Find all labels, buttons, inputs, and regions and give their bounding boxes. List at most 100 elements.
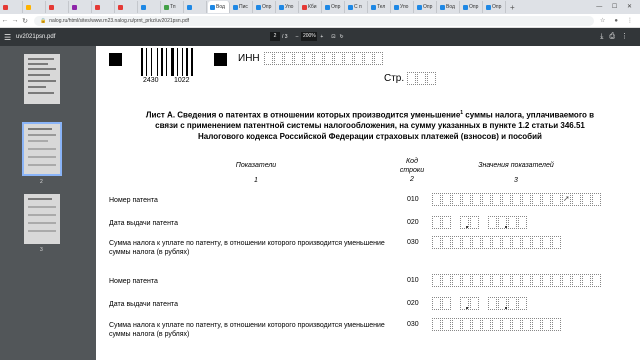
reload-icon[interactable]: ↻ (20, 17, 30, 25)
input-cell[interactable] (442, 318, 451, 331)
input-cell[interactable] (542, 318, 551, 331)
input-cell[interactable] (488, 297, 497, 310)
address-bar[interactable]: 🔒 nalog.ru/html/sites/www.rn23.nalog.ru/… (34, 15, 594, 26)
input-cell[interactable] (432, 216, 441, 229)
pdf-viewer[interactable]: 2430 1022 ИНН Стр. Лист А. Сведения о па… (96, 46, 640, 360)
input-cell[interactable] (304, 52, 313, 65)
input-cell[interactable] (374, 52, 383, 65)
input-cell[interactable] (472, 274, 481, 287)
browser-tab[interactable]: Упо (392, 1, 414, 13)
rotate-icon[interactable]: ↻ (339, 34, 343, 40)
input-cell[interactable] (492, 236, 501, 249)
input-cell[interactable] (522, 236, 531, 249)
browser-tab[interactable]: Пис (231, 1, 253, 13)
input-cell[interactable] (427, 72, 436, 85)
fit-page-icon[interactable]: ⊡ (331, 34, 335, 40)
input-cell[interactable] (492, 318, 501, 331)
input-cell[interactable] (512, 274, 521, 287)
input-cell[interactable] (562, 274, 571, 287)
input-cell[interactable] (472, 236, 481, 249)
input-cell[interactable] (482, 318, 491, 331)
input-cell[interactable] (572, 274, 581, 287)
patent-number-field[interactable] (432, 274, 602, 287)
browser-tab[interactable]: Опр (254, 1, 276, 13)
hamburger-icon[interactable]: ☰ (4, 33, 14, 42)
input-cell[interactable] (462, 318, 471, 331)
more-vert-icon[interactable]: ⋮ (621, 33, 634, 40)
input-cell[interactable] (502, 318, 511, 331)
input-cell[interactable] (582, 193, 591, 206)
browser-tab[interactable]: Вод (438, 1, 460, 13)
tax-amount-field[interactable] (432, 236, 562, 249)
input-cell[interactable] (442, 236, 451, 249)
input-cell[interactable] (488, 216, 497, 229)
input-cell[interactable] (432, 297, 441, 310)
browser-menu-icon[interactable]: ⋮ (627, 17, 636, 24)
input-cell[interactable] (324, 52, 333, 65)
input-cell[interactable] (492, 274, 501, 287)
browser-tab[interactable] (139, 1, 161, 13)
input-cell[interactable] (417, 72, 426, 85)
input-cell[interactable] (364, 52, 373, 65)
inn-field[interactable] (264, 52, 384, 65)
input-cell[interactable] (354, 52, 363, 65)
input-cell[interactable] (512, 193, 521, 206)
input-cell[interactable] (432, 193, 441, 206)
patent-date-field[interactable] (432, 297, 528, 310)
input-cell[interactable] (508, 216, 517, 229)
input-cell[interactable] (472, 193, 481, 206)
browser-tab[interactable] (24, 1, 46, 13)
browser-tab[interactable] (116, 1, 138, 13)
browser-tab[interactable]: Опр (415, 1, 437, 13)
input-cell[interactable] (294, 52, 303, 65)
input-cell[interactable] (462, 236, 471, 249)
input-cell[interactable] (518, 216, 527, 229)
input-cell[interactable] (512, 318, 521, 331)
browser-tab[interactable]: Опр (484, 1, 506, 13)
input-cell[interactable] (512, 236, 521, 249)
browser-tab[interactable] (185, 1, 207, 13)
browser-tab[interactable]: Вод (208, 1, 230, 13)
input-cell[interactable] (542, 236, 551, 249)
input-cell[interactable] (344, 52, 353, 65)
input-cell[interactable] (582, 274, 591, 287)
page-thumbnail-2[interactable] (22, 122, 62, 176)
input-cell[interactable] (502, 193, 511, 206)
input-cell[interactable] (407, 72, 416, 85)
input-cell[interactable] (462, 193, 471, 206)
zoom-out-icon[interactable]: – (296, 34, 299, 40)
page-number-input[interactable]: 2 (270, 32, 280, 41)
input-cell[interactable] (442, 193, 451, 206)
input-cell[interactable] (452, 193, 461, 206)
browser-tab[interactable] (70, 1, 92, 13)
browser-tab[interactable] (1, 1, 23, 13)
page-thumbnail-3[interactable] (24, 194, 60, 244)
browser-tab[interactable]: Кби (300, 1, 322, 13)
zoom-input[interactable]: 200% (301, 32, 318, 41)
browser-tab[interactable] (93, 1, 115, 13)
input-cell[interactable] (470, 216, 479, 229)
input-cell[interactable] (522, 274, 531, 287)
input-cell[interactable] (518, 297, 527, 310)
browser-tab[interactable] (47, 1, 69, 13)
input-cell[interactable] (572, 193, 581, 206)
input-cell[interactable] (470, 297, 479, 310)
input-cell[interactable] (532, 193, 541, 206)
input-cell[interactable] (508, 297, 517, 310)
new-tab-icon[interactable]: + (510, 3, 515, 12)
input-cell[interactable] (552, 236, 561, 249)
patent-date-field[interactable] (432, 216, 528, 229)
profile-icon[interactable]: ● (614, 18, 621, 24)
input-cell[interactable] (482, 236, 491, 249)
back-icon[interactable]: ← (0, 17, 10, 24)
input-cell[interactable] (442, 216, 451, 229)
input-cell[interactable] (592, 274, 601, 287)
input-cell[interactable] (334, 52, 343, 65)
input-cell[interactable] (522, 318, 531, 331)
input-cell[interactable] (542, 193, 551, 206)
input-cell[interactable] (522, 193, 531, 206)
input-cell[interactable] (502, 274, 511, 287)
browser-tab[interactable]: Опр (461, 1, 483, 13)
input-cell[interactable] (452, 318, 461, 331)
input-cell[interactable] (274, 52, 283, 65)
